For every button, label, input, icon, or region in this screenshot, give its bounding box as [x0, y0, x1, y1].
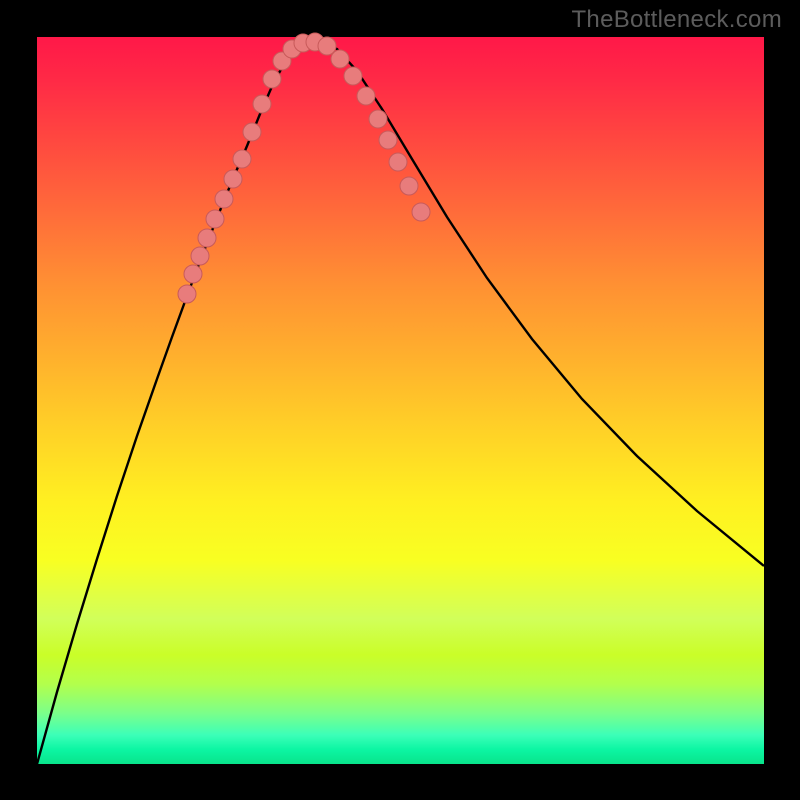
highlight-dot [215, 190, 233, 208]
highlight-dot [379, 131, 397, 149]
highlight-dot [184, 265, 202, 283]
bottleneck-curve [37, 41, 764, 764]
watermark-text: TheBottleneck.com [571, 6, 782, 34]
highlight-dot [191, 247, 209, 265]
highlight-dot [206, 210, 224, 228]
highlight-dots [178, 33, 430, 303]
highlight-dot [178, 285, 196, 303]
highlight-dot [389, 153, 407, 171]
highlight-dot [412, 203, 430, 221]
highlight-dot [243, 123, 261, 141]
highlight-dot [224, 170, 242, 188]
highlight-dot [263, 70, 281, 88]
highlight-dot [344, 67, 362, 85]
highlight-dot [369, 110, 387, 128]
highlight-dot [357, 87, 375, 105]
curve-layer [37, 37, 764, 764]
highlight-dot [233, 150, 251, 168]
chart-frame: TheBottleneck.com [0, 0, 800, 800]
highlight-dot [198, 229, 216, 247]
highlight-dot [253, 95, 271, 113]
highlight-dot [400, 177, 418, 195]
highlight-dot [331, 50, 349, 68]
